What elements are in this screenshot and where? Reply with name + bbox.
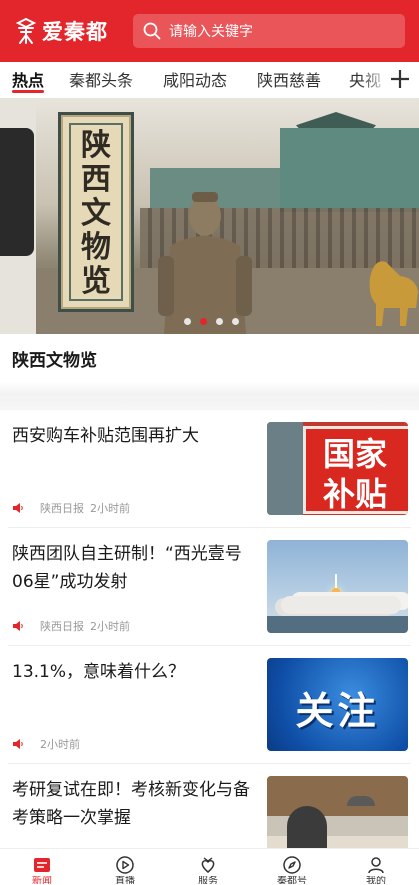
- thumb-text: 关注: [295, 689, 380, 733]
- carousel-dot[interactable]: [216, 318, 223, 325]
- news-item[interactable]: 13.1%，意味着什么？ 2小时前 关注: [0, 646, 419, 764]
- tang-horse-figure: [369, 261, 418, 326]
- scroll-char: 物: [81, 230, 111, 265]
- news-thumbnail[interactable]: 国家补贴: [267, 422, 408, 515]
- service-icon: [201, 857, 215, 873]
- tab-xianyang-news[interactable]: 咸阳动态: [163, 67, 227, 91]
- news-thumbnail[interactable]: 关注: [267, 658, 408, 751]
- search-placeholder: 请输入关键字: [169, 24, 253, 40]
- city-wall: [280, 128, 419, 212]
- nav-me[interactable]: 我的: [346, 855, 406, 884]
- news-item[interactable]: 西安购车补贴范围再扩大 陕西日报 2小时前 国家补贴: [0, 410, 419, 528]
- sea: [267, 616, 408, 633]
- nav-live[interactable]: 直播: [95, 855, 155, 884]
- thumb-background: [267, 422, 303, 515]
- speaker-icon[interactable]: [12, 502, 24, 514]
- scroll-char: 陕: [81, 128, 111, 163]
- desk-lamp: [347, 796, 375, 806]
- scroll-char: 西: [81, 162, 111, 197]
- nav-label: 服务: [198, 876, 218, 884]
- carousel-dot[interactable]: [232, 318, 239, 325]
- news-title[interactable]: 西安购车补贴范围再扩大: [12, 422, 256, 450]
- banner-prev-slide: [0, 98, 36, 334]
- speaker-icon[interactable]: [12, 620, 24, 632]
- channel-tabs: 热点 秦都头条 咸阳动态 陕西慈善 央视: [0, 62, 419, 98]
- logo-mark-icon: [15, 17, 37, 44]
- active-tab-indicator: [12, 90, 44, 93]
- news-thumbnail[interactable]: [267, 540, 408, 633]
- search-bar[interactable]: 请输入关键字: [133, 14, 405, 48]
- section-divider: [0, 382, 419, 410]
- tab-hot[interactable]: 热点: [12, 67, 44, 91]
- terracotta-warrior-figure: [158, 192, 252, 334]
- news-title[interactable]: 考研复试在即！考核新变化与备考策略一次掌握: [12, 776, 256, 832]
- app-logo[interactable]: 爱秦都: [14, 16, 108, 46]
- news-source: 陕西日报: [40, 502, 84, 515]
- banner-carousel[interactable]: 陕 西 文 物 览: [0, 98, 419, 334]
- speaker-icon[interactable]: [12, 738, 24, 750]
- logo-text: 爱秦都: [42, 19, 108, 44]
- banner-caption[interactable]: 陕西文物览: [12, 346, 97, 371]
- carousel-dots: [184, 318, 248, 325]
- bottom-nav: 新闻 直播 服务 秦都号 我的: [0, 848, 419, 885]
- nav-label: 新闻: [32, 876, 52, 884]
- news-meta: 陕西日报 2小时前: [12, 500, 130, 516]
- carousel-dot-active[interactable]: [200, 318, 207, 325]
- nav-label: 直播: [115, 876, 135, 884]
- prev-slide-image: [0, 128, 34, 256]
- tab-shaanxi-charity[interactable]: 陕西慈善: [257, 67, 321, 91]
- thumb-sign-text: 国家补贴: [322, 435, 387, 513]
- news-item[interactable]: 陕西团队自主研制！“西光壹号06星”成功发射 陕西日报 2小时前: [0, 528, 419, 646]
- carousel-dot[interactable]: [184, 318, 191, 325]
- search-icon: [143, 22, 161, 40]
- nav-news[interactable]: 新闻: [12, 855, 72, 884]
- nav-label: 秦都号: [277, 876, 307, 884]
- compass-icon: [283, 856, 301, 874]
- user-icon: [368, 857, 384, 874]
- nav-service[interactable]: 服务: [178, 855, 238, 884]
- news-source: 陕西日报: [40, 620, 84, 633]
- nav-label: 我的: [366, 876, 386, 884]
- play-icon: [116, 856, 134, 874]
- launch-smoke: [281, 596, 401, 614]
- app-header: 爱秦都 请输入关键字: [0, 0, 419, 62]
- scroll-char: 览: [81, 264, 111, 299]
- news-time: 2小时前: [40, 738, 80, 751]
- nav-qindu-account[interactable]: 秦都号: [262, 855, 322, 884]
- news-icon: [34, 858, 50, 872]
- news-time: 2小时前: [90, 502, 130, 515]
- news-title[interactable]: 13.1%，意味着什么？: [12, 658, 256, 686]
- news-meta: 2小时前: [12, 736, 80, 752]
- plus-icon[interactable]: [389, 68, 411, 90]
- tab-qindu-headlines[interactable]: 秦都头条: [69, 67, 133, 91]
- scroll-char: 文: [81, 196, 111, 231]
- news-title[interactable]: 陕西团队自主研制！“西光壹号06星”成功发射: [12, 540, 256, 596]
- news-meta: 陕西日报 2小时前: [12, 618, 130, 634]
- bookshelf: [267, 776, 408, 816]
- title-scroll: 陕 西 文 物 览: [58, 112, 134, 312]
- news-time: 2小时前: [90, 620, 130, 633]
- scroll-inner: 陕 西 文 物 览: [69, 123, 123, 301]
